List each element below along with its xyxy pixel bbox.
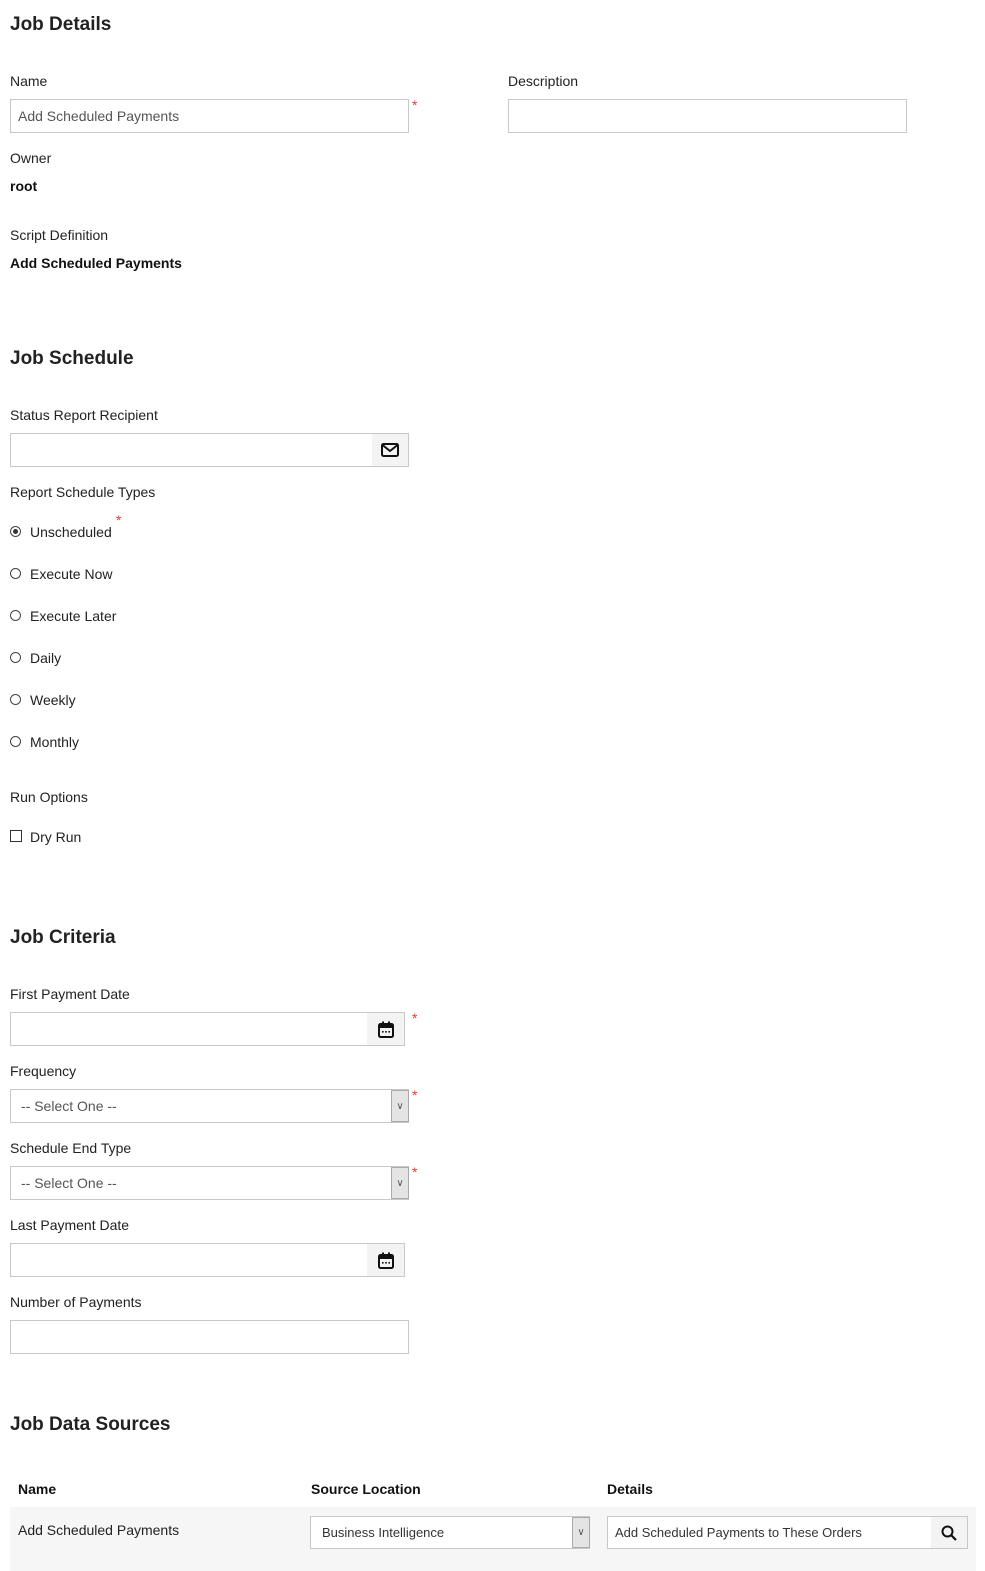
radio-weekly[interactable]	[10, 694, 21, 705]
last-payment-date-input[interactable]	[10, 1243, 368, 1277]
radio-label: Daily	[30, 650, 62, 666]
required-marker: *	[412, 97, 418, 113]
required-marker: *	[116, 512, 122, 528]
recipient-input[interactable]	[10, 433, 373, 467]
source-location-value: Business Intelligence	[322, 1525, 445, 1540]
name-label: Name	[10, 73, 48, 89]
radio-label: Execute Later	[30, 608, 117, 624]
name-input[interactable]	[10, 99, 409, 133]
description-label: Description	[508, 73, 579, 89]
table-row: Add Scheduled Payments Business Intellig…	[10, 1507, 976, 1571]
frequency-label: Frequency	[10, 1063, 77, 1079]
end-type-selected-value: -- Select One --	[21, 1175, 117, 1191]
run-options-label: Run Options	[10, 789, 88, 805]
first-payment-calendar-button[interactable]	[367, 1012, 405, 1046]
radio-execute-now[interactable]	[10, 568, 21, 579]
dry-run-label: Dry Run	[30, 829, 82, 845]
chevron-down-icon[interactable]: ∨	[391, 1090, 409, 1122]
recipient-label: Status Report Recipient	[10, 407, 158, 423]
calendar-icon	[377, 1021, 394, 1038]
description-input[interactable]	[508, 99, 907, 133]
column-header-name: Name	[18, 1481, 57, 1497]
radio-label: Unscheduled	[30, 524, 112, 540]
column-header-source-location: Source Location	[311, 1481, 421, 1497]
required-marker: *	[412, 1010, 418, 1026]
email-button[interactable]	[372, 433, 409, 467]
number-of-payments-input[interactable]	[10, 1320, 409, 1354]
last-payment-calendar-button[interactable]	[367, 1243, 405, 1277]
radio-label: Weekly	[30, 692, 76, 708]
script-definition-value: Add Scheduled Payments	[10, 255, 182, 271]
job-schedule-heading: Job Schedule	[10, 348, 134, 369]
row-name: Add Scheduled Payments	[18, 1522, 180, 1538]
column-header-details: Details	[607, 1481, 653, 1497]
first-payment-date-label: First Payment Date	[10, 986, 130, 1002]
radio-label: Monthly	[30, 734, 80, 750]
calendar-icon	[377, 1252, 394, 1269]
chevron-down-icon[interactable]: ∨	[391, 1167, 409, 1199]
job-data-sources-heading: Job Data Sources	[10, 1414, 171, 1435]
frequency-select[interactable]: -- Select One --	[10, 1089, 409, 1123]
envelope-icon	[381, 443, 399, 457]
required-marker: *	[412, 1087, 418, 1103]
radio-daily[interactable]	[10, 652, 21, 663]
search-icon	[941, 1525, 957, 1541]
source-location-select[interactable]: Business Intelligence	[310, 1516, 590, 1549]
owner-label: Owner	[10, 150, 52, 166]
schedule-types-label: Report Schedule Types	[10, 484, 156, 500]
radio-label: Execute Now	[30, 566, 113, 582]
required-marker: *	[412, 1164, 418, 1180]
script-definition-label: Script Definition	[10, 227, 109, 243]
job-details-heading: Job Details	[10, 14, 112, 35]
dry-run-checkbox[interactable]	[10, 830, 22, 842]
radio-unscheduled[interactable]	[10, 526, 21, 537]
frequency-selected-value: -- Select One --	[21, 1098, 117, 1114]
last-payment-date-label: Last Payment Date	[10, 1217, 130, 1233]
details-search-button[interactable]	[931, 1516, 968, 1549]
number-of-payments-label: Number of Payments	[10, 1294, 142, 1310]
first-payment-date-input[interactable]	[10, 1012, 368, 1046]
chevron-down-icon[interactable]: ∨	[572, 1517, 590, 1548]
details-input[interactable]	[607, 1516, 932, 1549]
job-criteria-heading: Job Criteria	[10, 927, 116, 948]
radio-execute-later[interactable]	[10, 610, 21, 621]
schedule-end-type-select[interactable]: -- Select One --	[10, 1166, 409, 1200]
radio-monthly[interactable]	[10, 736, 21, 747]
owner-value: root	[10, 178, 38, 194]
schedule-end-type-label: Schedule End Type	[10, 1140, 132, 1156]
